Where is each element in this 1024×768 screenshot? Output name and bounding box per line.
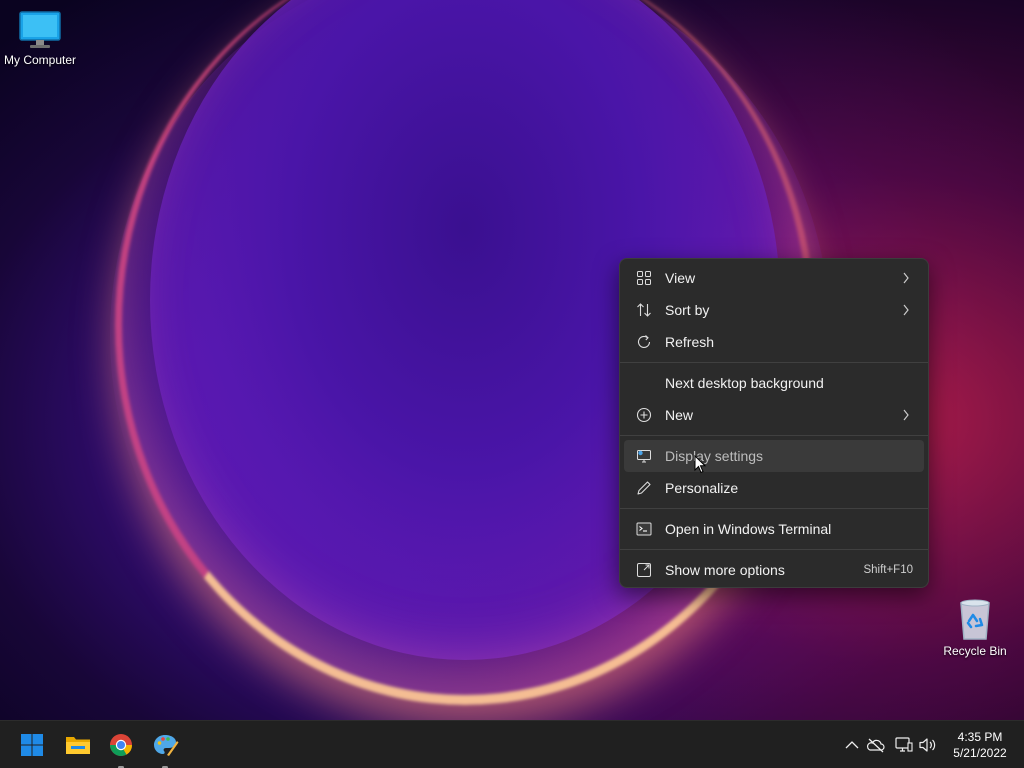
menu-item-new[interactable]: New	[624, 399, 924, 431]
mouse-cursor-icon	[694, 455, 706, 474]
menu-item-label: Refresh	[665, 334, 715, 350]
menu-item-sort-by[interactable]: Sort by	[624, 294, 924, 326]
menu-item-label: Display settings	[665, 448, 764, 464]
folder-icon	[66, 737, 90, 754]
taskbar-chrome-button[interactable]	[104, 728, 138, 768]
desktop-icon-label: Recycle Bin	[943, 644, 1007, 658]
volume-icon[interactable]	[918, 735, 938, 755]
onedrive-offline-icon[interactable]	[866, 735, 886, 755]
more-options-icon	[637, 563, 651, 577]
taskbar-start-button[interactable]	[15, 728, 49, 762]
chevron-right-icon	[903, 409, 909, 421]
menu-item-label: View	[665, 270, 696, 286]
menu-separator	[620, 549, 928, 550]
menu-separator	[620, 362, 928, 363]
terminal-icon	[636, 522, 652, 536]
refresh-icon	[637, 335, 651, 348]
menu-item-label: Next desktop background	[665, 375, 824, 391]
desktop-icon-my-computer[interactable]: My Computer	[0, 10, 80, 67]
chrome-icon	[110, 734, 132, 756]
menu-separator	[620, 435, 928, 436]
taskbar-clock[interactable]: 4:35 PM 5/21/2022	[944, 729, 1016, 761]
desktop-icon-label: My Computer	[3, 53, 77, 67]
recycle-bin-icon	[960, 599, 990, 640]
menu-item-label: Show more options	[665, 562, 785, 578]
chevron-right-icon	[903, 272, 909, 284]
menu-item-show-more-options[interactable]: Show more options Shift+F10	[624, 554, 924, 586]
monitor-icon	[19, 11, 61, 48]
menu-item-next-desktop-background[interactable]: Next desktop background	[624, 367, 924, 399]
chevron-right-icon	[903, 304, 909, 316]
menu-item-refresh[interactable]: Refresh	[624, 326, 924, 358]
menu-separator	[620, 508, 928, 509]
menu-item-shortcut: Shift+F10	[863, 564, 913, 576]
menu-item-label: Personalize	[665, 480, 739, 496]
pen-icon	[637, 481, 651, 495]
menu-item-label: Sort by	[665, 302, 710, 318]
menu-item-view[interactable]: View	[624, 262, 924, 294]
chevron-up-icon[interactable]	[842, 735, 862, 755]
clock-time: 4:35 PM	[957, 730, 1003, 744]
menu-item-label: New	[665, 407, 694, 423]
menu-item-personalize[interactable]: Personalize	[624, 472, 924, 504]
windows-start-icon	[21, 734, 43, 756]
sort-arrows-icon	[637, 303, 651, 317]
plus-circle-icon	[636, 407, 652, 423]
menu-item-open-in-terminal[interactable]: Open in Windows Terminal	[624, 513, 924, 545]
menu-item-label: Open in Windows Terminal	[665, 521, 832, 537]
network-icon[interactable]	[894, 735, 914, 755]
menu-item-display-settings[interactable]: Display settings	[624, 440, 924, 472]
taskbar: 4:35 PM 5/21/2022	[0, 720, 1024, 768]
display-settings-icon	[637, 450, 651, 463]
desktop-context-menu: View Sort by Refresh Next desktop backgr…	[619, 258, 929, 588]
taskbar-file-explorer-button[interactable]	[60, 728, 94, 762]
taskbar-paint-button[interactable]	[148, 728, 182, 768]
paint-palette-icon	[154, 735, 179, 756]
clock-date: 5/21/2022	[953, 746, 1007, 760]
grid-view-icon	[637, 271, 651, 285]
desktop-icon-recycle-bin[interactable]: Recycle Bin	[935, 597, 1015, 658]
